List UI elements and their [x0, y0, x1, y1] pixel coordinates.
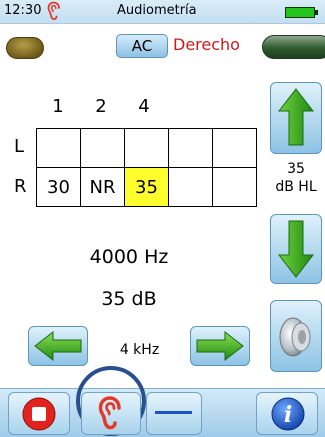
arrow-right-icon: [196, 330, 244, 362]
arrow-up-icon: [277, 88, 315, 146]
frequency-up-button[interactable]: [190, 326, 250, 366]
table-row: [36, 128, 257, 168]
info-button[interactable]: i: [256, 392, 318, 435]
level-up-button[interactable]: [270, 82, 322, 154]
ear-side-label: Derecho: [173, 35, 240, 54]
level-down-button[interactable]: [270, 214, 322, 284]
db-hl-value: 35: [287, 161, 305, 177]
ear-select-button[interactable]: [81, 392, 141, 435]
grid-cell-selected[interactable]: 35: [124, 167, 169, 207]
column-header-4: 4: [138, 96, 150, 117]
battery-icon: [285, 7, 318, 18]
db-hl-unit: dB HL: [275, 179, 317, 195]
app-title: Audiometría: [117, 3, 197, 18]
grid-cell[interactable]: [124, 128, 169, 168]
status-bar: 12:30 Audiometría: [0, 0, 325, 24]
left-ear-indicator[interactable]: [6, 37, 44, 59]
ac-mode-button[interactable]: AC: [116, 34, 168, 58]
grid-cell[interactable]: 30: [36, 167, 81, 207]
arrow-down-icon: [277, 220, 315, 278]
db-hl-display: 35 dB HL: [268, 160, 324, 196]
column-header-1: 1: [52, 96, 64, 117]
row-header-left: L: [14, 136, 25, 157]
right-ear-indicator[interactable]: [262, 35, 325, 59]
grid-cell[interactable]: [212, 167, 257, 207]
ear-icon: [98, 396, 121, 430]
speaker-icon: [279, 317, 311, 357]
row-header-right: R: [14, 176, 27, 197]
grid-cell[interactable]: [168, 167, 213, 207]
threshold-grid: 30 NR 35: [36, 128, 257, 207]
minus-icon: [155, 411, 192, 414]
grid-cell[interactable]: NR: [80, 167, 125, 207]
column-header-2: 2: [95, 96, 107, 117]
stop-button[interactable]: [8, 392, 70, 435]
stop-icon: [22, 397, 56, 431]
level-readout: 35 dB: [101, 288, 157, 310]
grid-cell[interactable]: [168, 128, 213, 168]
arrow-left-icon: [34, 330, 82, 362]
status-time: 12:30: [4, 3, 42, 18]
grid-cell[interactable]: [80, 128, 125, 168]
ear-icon: [47, 1, 60, 20]
table-row: 30 NR 35: [36, 167, 257, 207]
grid-cell[interactable]: [36, 128, 81, 168]
info-icon: i: [271, 397, 305, 431]
present-tone-button[interactable]: [270, 300, 322, 372]
frequency-label: 4 kHz: [119, 342, 160, 358]
frequency-down-button[interactable]: [28, 326, 88, 366]
frequency-readout: 4000 Hz: [89, 246, 169, 268]
svg-text:i: i: [284, 402, 292, 428]
grid-cell[interactable]: [212, 128, 257, 168]
